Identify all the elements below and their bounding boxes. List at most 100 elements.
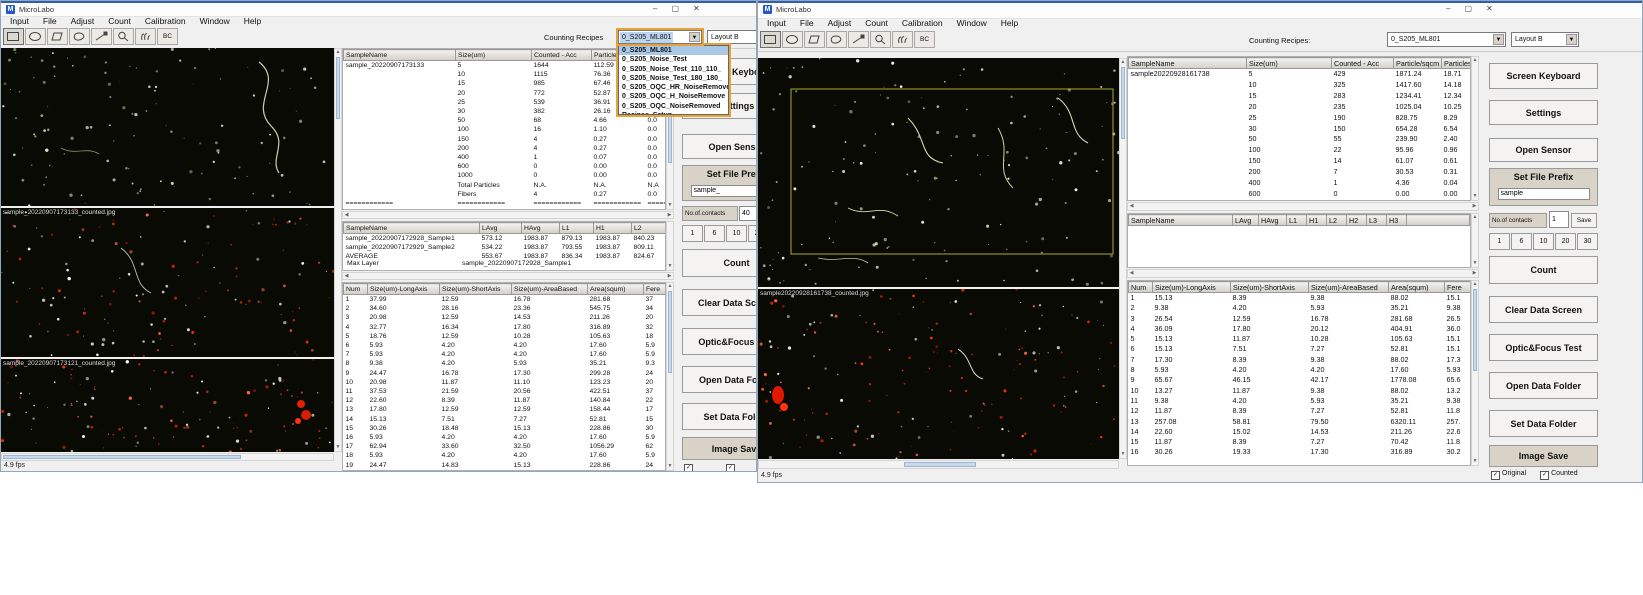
scroll-up-icon[interactable]: ▲ xyxy=(1472,57,1478,64)
scroll-left-icon[interactable]: ◀ xyxy=(343,212,350,218)
dropdown-item[interactable]: 0_S205_Noise_Test_180_180_ xyxy=(619,74,728,83)
open-data-folder-button[interactable]: Open Data Folder xyxy=(682,366,757,393)
counted-image-panel[interactable]: sample20220928161738_counted.jpg xyxy=(758,289,1119,459)
dropdown-item[interactable]: 0_S205_Noise_Test_110_110_ xyxy=(619,65,728,74)
menu-item[interactable]: Count xyxy=(101,15,138,27)
table-vertical-scrollbar[interactable]: ▲ ▼ xyxy=(1471,213,1479,268)
pan-tool[interactable] xyxy=(892,31,913,48)
rect-select-tool[interactable] xyxy=(3,28,24,45)
open-data-folder-button[interactable]: Open Data Folder xyxy=(1489,372,1598,399)
pan-tool[interactable] xyxy=(135,28,156,45)
settings-button[interactable]: Settings xyxy=(1489,100,1598,125)
contacts-input[interactable] xyxy=(1549,211,1569,228)
image-vertical-scrollbar[interactable]: ▲ ▼ xyxy=(334,48,342,452)
maximize-icon[interactable]: ▢ xyxy=(1464,4,1472,13)
maximize-icon[interactable]: ▢ xyxy=(671,4,679,13)
contact-preset-button[interactable]: 1 xyxy=(1489,233,1510,250)
minimize-icon[interactable]: – xyxy=(653,4,657,13)
dropdown-item[interactable]: 0_S205_OQC_H_NoiseRemove xyxy=(619,92,728,101)
scroll-right-icon[interactable]: ▶ xyxy=(1471,270,1478,277)
close-icon[interactable]: ✕ xyxy=(1486,4,1493,13)
bc-tool[interactable]: BC xyxy=(914,31,935,48)
scroll-up-icon[interactable]: ▲ xyxy=(667,283,673,290)
counting-recipes-combobox[interactable]: 0_S205_ML801 ▼ xyxy=(618,30,702,44)
count-button[interactable]: Count xyxy=(682,249,757,277)
save-button[interactable]: Save xyxy=(1571,213,1597,228)
minimize-icon[interactable]: – xyxy=(1446,4,1450,13)
count-button[interactable]: Count xyxy=(1489,256,1598,284)
menu-item[interactable]: Help xyxy=(994,17,1025,29)
ellipse-select-tool[interactable] xyxy=(782,31,803,48)
menu-item[interactable]: Help xyxy=(237,15,268,27)
original-checkbox[interactable]: ✓Original xyxy=(684,463,712,472)
counted-checkbox[interactable]: ✓Counted xyxy=(1540,470,1577,480)
table-horizontal-scrollbar[interactable]: ◀ ▶ xyxy=(1127,269,1479,278)
optic-focus-test-button[interactable]: Optic&Focus Test xyxy=(1489,334,1598,361)
contact-preset-button[interactable]: 20 xyxy=(1555,233,1576,250)
scroll-down-icon[interactable]: ▼ xyxy=(667,202,673,209)
contact-preset-button[interactable]: 20 xyxy=(748,225,757,242)
clear-data-screen-button[interactable]: Clear Data Screen xyxy=(1489,296,1598,323)
file-prefix-input[interactable] xyxy=(1498,188,1590,200)
contact-preset-button[interactable]: 10 xyxy=(726,225,747,242)
zoom-tool[interactable] xyxy=(870,31,891,48)
contact-preset-button[interactable]: 10 xyxy=(1533,233,1554,250)
contact-preset-button[interactable]: 1 xyxy=(682,225,703,242)
original-checkbox[interactable]: ✓Original xyxy=(1491,470,1526,480)
freeform-select-tool[interactable] xyxy=(826,31,847,48)
scroll-down-icon[interactable]: ▼ xyxy=(1472,260,1478,267)
open-sensor-button[interactable]: Open Sensor xyxy=(1489,138,1598,162)
dropdown-item[interactable]: 0_S205_Noise_Test xyxy=(619,55,728,64)
counted-checkbox[interactable]: ✓Counted xyxy=(726,463,756,472)
set-data-folder-button[interactable]: Set Data Folder xyxy=(1489,410,1598,437)
image-vertical-scrollbar[interactable]: ▲ ▼ xyxy=(1119,58,1127,459)
scroll-left-icon[interactable]: ◀ xyxy=(343,273,350,279)
menu-item[interactable]: Count xyxy=(858,17,895,29)
menu-item[interactable]: Window xyxy=(950,17,994,29)
dropdown-item[interactable]: 0_S205_OQC_HR_NoiseRemove xyxy=(619,83,728,92)
set-file-prefix-block[interactable]: Set File Prefix xyxy=(682,165,757,201)
scroll-down-icon[interactable]: ▼ xyxy=(1472,193,1478,200)
table-vertical-scrollbar[interactable]: ▲ ▼ xyxy=(1471,56,1479,201)
menu-item[interactable]: Calibration xyxy=(138,15,193,27)
file-prefix-input[interactable] xyxy=(691,185,758,197)
dropdown-item[interactable]: 0_S205_ML801 xyxy=(619,46,728,55)
set-file-prefix-button[interactable]: Set File Prefix xyxy=(1490,172,1597,182)
image-horizontal-scrollbar[interactable] xyxy=(1,453,334,461)
image-save-button[interactable]: Image Save xyxy=(682,437,757,460)
menu-item[interactable]: Adjust xyxy=(821,17,859,29)
live-image-panel[interactable] xyxy=(758,58,1119,287)
polygon-select-tool[interactable] xyxy=(47,28,68,45)
contact-preset-button[interactable]: 30 xyxy=(1577,233,1598,250)
chevron-down-icon[interactable]: ▼ xyxy=(689,32,700,42)
menu-item[interactable]: File xyxy=(793,17,821,29)
contact-preset-button[interactable]: 6 xyxy=(1511,233,1532,250)
layout-combobox[interactable]: Layout B ▼ xyxy=(707,30,757,44)
scroll-left-icon[interactable]: ◀ xyxy=(1128,203,1135,210)
image-save-button[interactable]: Image Save xyxy=(1489,445,1598,467)
chevron-down-icon[interactable]: ▼ xyxy=(1493,34,1504,45)
menu-item[interactable]: Input xyxy=(3,15,36,27)
scroll-up-icon[interactable]: ▲ xyxy=(1472,214,1478,221)
table-vertical-scrollbar[interactable]: ▼ xyxy=(666,221,674,271)
menu-item[interactable]: Window xyxy=(193,15,237,27)
scroll-down-icon[interactable]: ▼ xyxy=(667,463,673,470)
scroll-up-icon[interactable]: ▲ xyxy=(335,49,341,56)
line-tool[interactable] xyxy=(848,31,869,48)
set-file-prefix-block[interactable]: Set File Prefix xyxy=(1489,168,1598,206)
clear-data-screen-button[interactable]: Clear Data Screen xyxy=(682,289,757,316)
counting-recipes-combobox[interactable]: 0_S205_ML801 ▼ xyxy=(1387,32,1506,47)
image-horizontal-scrollbar[interactable] xyxy=(758,460,1119,469)
menu-item[interactable]: Calibration xyxy=(895,17,950,29)
scrollbar-thumb[interactable] xyxy=(3,455,241,459)
scroll-down-icon[interactable]: ▼ xyxy=(667,263,673,270)
table-vertical-scrollbar[interactable]: ▲ ▼ xyxy=(1471,280,1479,466)
scroll-down-icon[interactable]: ▼ xyxy=(1120,451,1126,458)
screen-keyboard-button[interactable]: Screen Keyboard xyxy=(1489,63,1598,89)
scroll-right-icon[interactable]: ▶ xyxy=(666,212,673,218)
bc-tool[interactable]: BC xyxy=(157,28,178,45)
scroll-up-icon[interactable]: ▲ xyxy=(1120,59,1126,66)
table-horizontal-scrollbar[interactable]: ◀ ▶ xyxy=(342,272,674,280)
scrollbar-thumb[interactable] xyxy=(904,462,976,467)
zoom-tool[interactable] xyxy=(113,28,134,45)
